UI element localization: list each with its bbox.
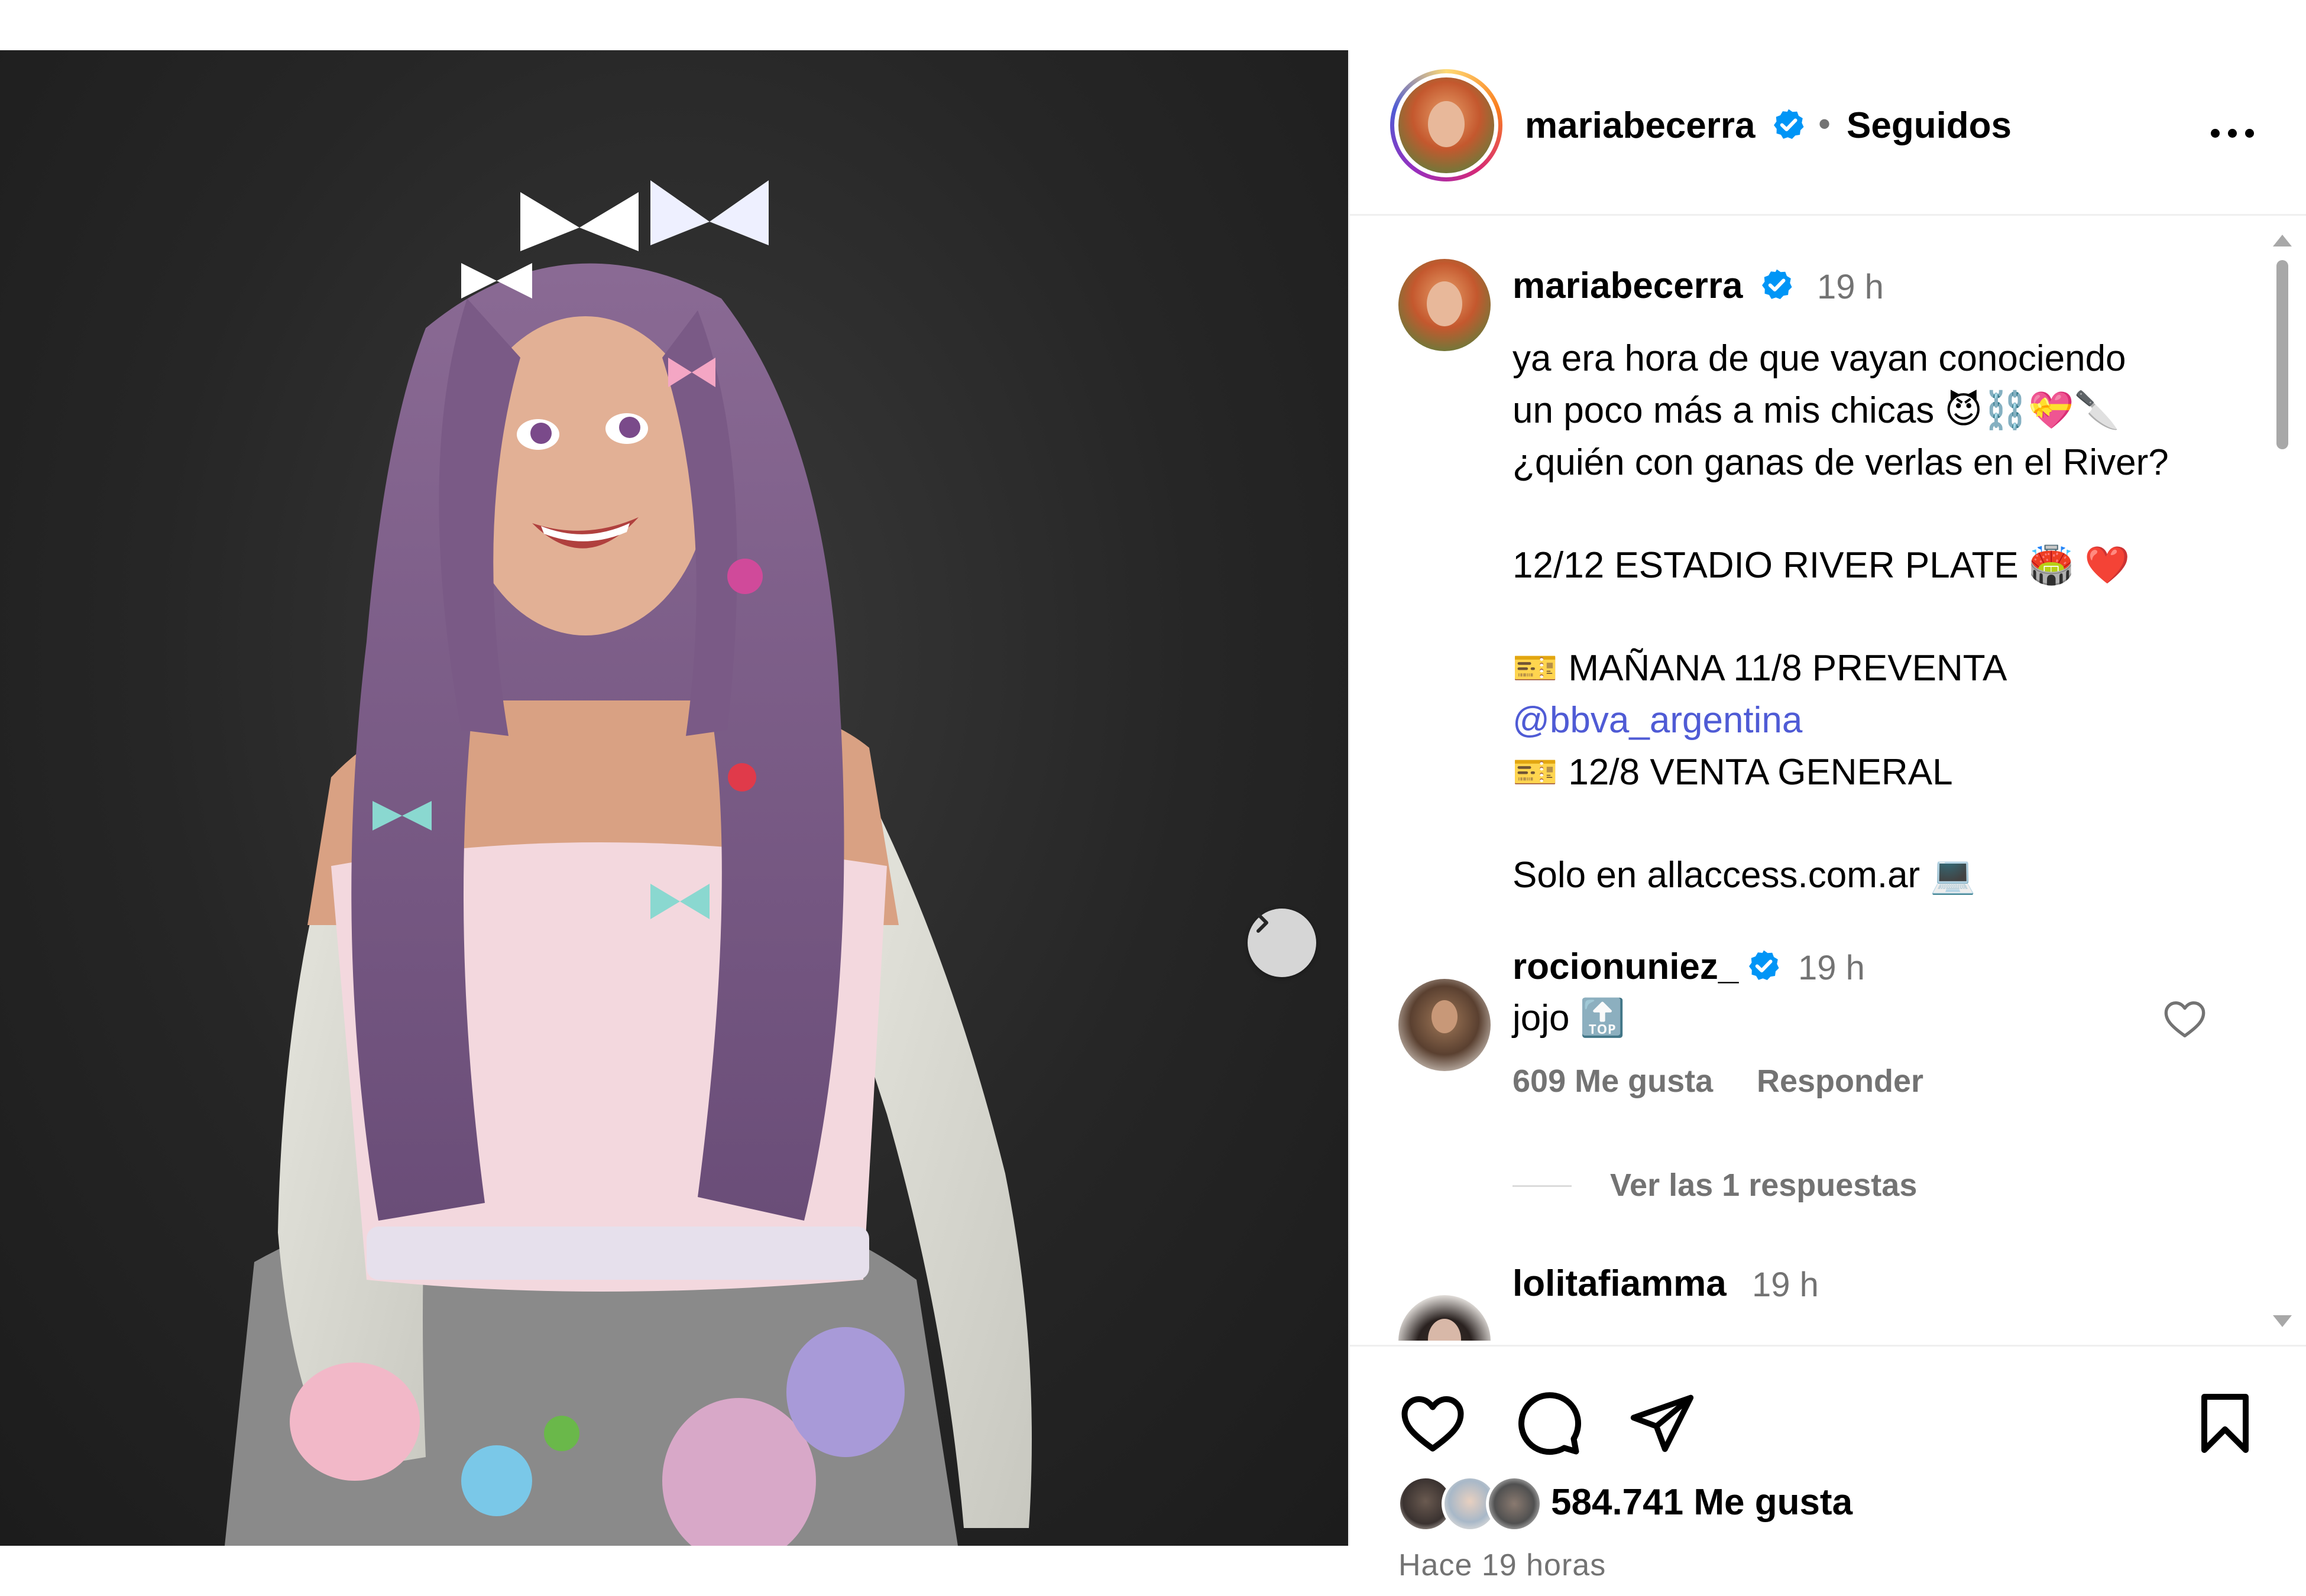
comment-avatar[interactable] xyxy=(1398,1295,1491,1341)
mention-link[interactable]: @bbva_argentina xyxy=(1512,695,2252,747)
separator-dot: • xyxy=(1818,104,1831,144)
comment-like-icon[interactable] xyxy=(2161,995,2208,1043)
caption-avatar[interactable] xyxy=(1398,259,1491,351)
following-status[interactable]: Seguidos xyxy=(1847,105,2012,147)
story-ring[interactable] xyxy=(1390,69,1502,181)
scrollbar-thumb[interactable] xyxy=(2276,260,2288,449)
post-photo-illustration xyxy=(225,180,1032,1546)
comment-username[interactable]: rocionuniez_ xyxy=(1512,946,1738,988)
caption-text: ya era hora de que vayan conociendo un p… xyxy=(1512,333,2252,901)
liker-avatars[interactable] xyxy=(1397,1475,1545,1535)
likes-count[interactable]: 584.741 Me gusta xyxy=(1551,1481,1852,1523)
view-replies-button[interactable]: Ver las 1 respuestas xyxy=(1610,1167,1917,1204)
more-options-icon[interactable] xyxy=(2205,124,2259,142)
liker-avatar xyxy=(1486,1475,1543,1532)
comment-text: jojo 🔝 xyxy=(1512,998,1625,1039)
comments-list[interactable]: mariabecerra 19 h ya era hora de que vay… xyxy=(1350,218,2306,1341)
caption-line: Solo en allaccess.com.ar 💻 xyxy=(1512,855,1976,896)
replies-divider xyxy=(1512,1185,1572,1187)
post-actions: 584.741 Me gusta Hace 19 horas xyxy=(1350,1345,2306,1582)
post-header: mariabecerra • Seguidos xyxy=(1350,50,2306,216)
author-username[interactable]: mariabecerra xyxy=(1525,105,1756,147)
caption-line: un poco más a mis chicas 😈⛓️💝🔪 xyxy=(1512,390,2120,431)
caption-timestamp[interactable]: 19 h xyxy=(1817,267,1884,307)
post-sidebar: mariabecerra • Seguidos mariabecerra 19 … xyxy=(1348,50,2306,1582)
caption-line: 12/12 ESTADIO RIVER PLATE 🏟️ ❤️ xyxy=(1512,545,2130,586)
caption-line: ¿quién con ganas de verlas en el River? xyxy=(1512,442,2169,483)
comment-username[interactable]: lolitafiamma xyxy=(1512,1263,1727,1305)
heart-icon[interactable] xyxy=(1397,1388,1468,1459)
caption-line: 🎫 MAÑANA 11/8 PREVENTA xyxy=(1512,648,2007,689)
verified-badge-icon xyxy=(1749,950,1779,980)
chevron-right-icon xyxy=(1256,913,1268,933)
verified-badge-icon xyxy=(1774,109,1804,139)
comment-likes-count[interactable]: 609 Me gusta xyxy=(1512,1063,1713,1099)
comments-scrollbar[interactable] xyxy=(2271,228,2294,1351)
post-timestamp[interactable]: Hace 19 horas xyxy=(1398,1548,1606,1583)
post-photo xyxy=(0,50,1348,1546)
caption-username[interactable]: mariabecerra xyxy=(1512,265,1743,307)
scroll-down-arrow-icon[interactable] xyxy=(2271,1310,2294,1334)
comment-timestamp[interactable]: 19 h xyxy=(1798,948,1865,988)
comment-timestamp[interactable]: 19 h xyxy=(1752,1265,1819,1305)
caption-line: ya era hora de que vayan conociendo xyxy=(1512,338,2126,379)
caption-line: 🎫 12/8 VENTA GENERAL xyxy=(1512,752,1953,793)
next-image-button[interactable] xyxy=(1248,909,1316,977)
bookmark-icon[interactable] xyxy=(2190,1388,2260,1459)
author-avatar xyxy=(1398,77,1494,173)
scroll-up-arrow-icon[interactable] xyxy=(2271,228,2294,251)
comment-icon[interactable] xyxy=(1512,1388,1583,1459)
paper-plane-icon[interactable] xyxy=(1628,1389,1696,1458)
comment-avatar[interactable] xyxy=(1398,979,1491,1071)
verified-badge-icon xyxy=(1762,269,1792,299)
reply-button[interactable]: Responder xyxy=(1757,1063,1923,1099)
